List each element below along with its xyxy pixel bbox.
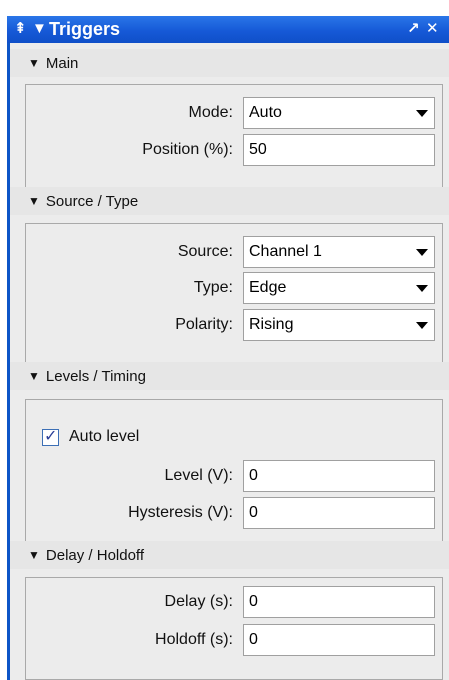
polarity-select[interactable]: Rising — [243, 309, 435, 341]
close-icon[interactable]: ✕ — [426, 18, 439, 40]
type-label: Type: — [193, 279, 233, 296]
polarity-value: Rising — [249, 316, 294, 333]
level-input[interactable]: 0 — [243, 460, 435, 492]
dropdown-arrow-icon[interactable] — [413, 279, 431, 297]
position-label: Position (%): — [142, 141, 233, 158]
position-value: 50 — [249, 141, 267, 158]
panel-title: Triggers — [49, 19, 121, 39]
mode-value: Auto — [249, 104, 282, 121]
section-collapse-icon: ▼ — [28, 194, 40, 208]
section-collapse-icon: ▼ — [28, 56, 40, 70]
delay-value: 0 — [249, 593, 258, 610]
section-main-header[interactable]: ▼ Main — [10, 49, 449, 77]
dropdown-arrow-icon[interactable] — [413, 104, 431, 122]
section-levels-timing-header[interactable]: ▼ Levels / Timing — [10, 362, 449, 390]
auto-level-label[interactable]: Auto level — [69, 421, 139, 453]
triggers-titlebar: ⇞ ▼ Triggers ↗ ✕ — [7, 16, 449, 43]
delay-input[interactable]: 0 — [243, 586, 435, 618]
holdoff-label: Holdoff (s): — [155, 631, 233, 648]
mode-label: Mode: — [188, 104, 233, 121]
type-select[interactable]: Edge — [243, 272, 435, 304]
auto-level-checkbox[interactable]: ✓ — [42, 428, 59, 446]
section-collapse-icon: ▼ — [28, 548, 40, 562]
triangle-down-icon[interactable]: ▼ — [32, 18, 47, 40]
source-label: Source: — [177, 243, 233, 260]
dropdown-arrow-icon[interactable] — [413, 316, 431, 334]
source-select[interactable]: Channel 1 — [243, 236, 435, 268]
pin-icon[interactable]: ⇞ — [14, 18, 27, 40]
hysteresis-label: Hysteresis (V): — [128, 504, 233, 521]
polarity-label: Polarity: — [175, 316, 233, 333]
triggers-panel: ⇞ ▼ Triggers ↗ ✕ ▼ Main Mode: Auto Positi… — [7, 16, 449, 680]
checkmark-icon: ✓ — [44, 428, 58, 445]
mode-select[interactable]: Auto — [243, 97, 435, 129]
hysteresis-value: 0 — [249, 504, 258, 521]
holdoff-input[interactable]: 0 — [243, 624, 435, 656]
dropdown-arrow-icon[interactable] — [413, 243, 431, 261]
section-collapse-icon: ▼ — [28, 369, 40, 383]
section-delay-holdoff-title: Delay / Holdoff — [45, 547, 144, 564]
level-value: 0 — [249, 467, 258, 484]
section-source-type-title: Source / Type — [45, 193, 139, 210]
position-input[interactable]: 50 — [243, 134, 435, 166]
section-levels-timing-title: Levels / Timing — [45, 368, 146, 385]
holdoff-value: 0 — [249, 631, 258, 648]
hysteresis-input[interactable]: 0 — [243, 497, 435, 529]
section-delay-holdoff-header[interactable]: ▼ Delay / Holdoff — [10, 541, 449, 569]
type-value: Edge — [249, 279, 287, 296]
level-label: Level (V): — [164, 467, 233, 484]
source-value: Channel 1 — [249, 243, 322, 260]
delay-label: Delay (s): — [164, 593, 233, 610]
section-main-title: Main — [45, 55, 79, 72]
section-source-type-header[interactable]: ▼ Source / Type — [10, 187, 449, 215]
undock-arrow-icon[interactable]: ↗ — [407, 18, 420, 40]
